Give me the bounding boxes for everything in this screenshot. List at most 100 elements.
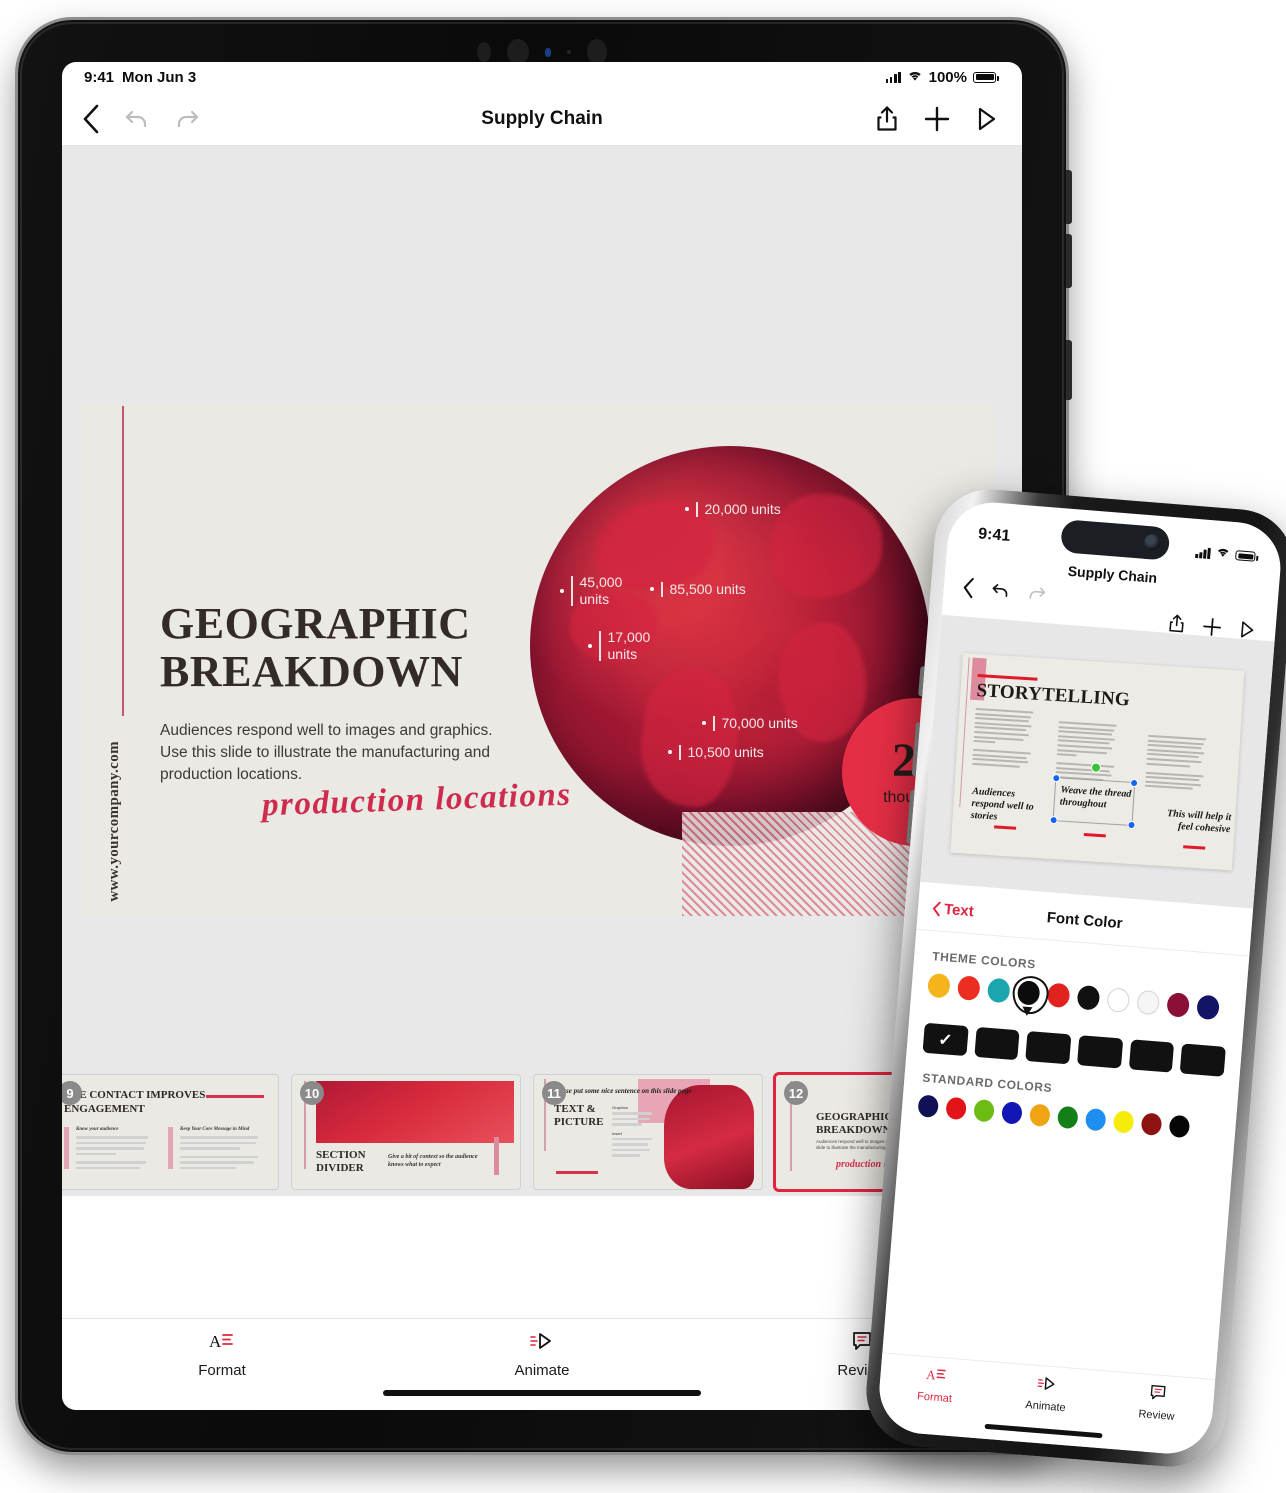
theme-color-swatch[interactable] <box>1196 994 1220 1021</box>
resize-handle-icon[interactable] <box>1129 778 1139 788</box>
label-tick-icon <box>713 715 715 731</box>
redo-icon[interactable] <box>174 107 200 131</box>
selected-text-box[interactable]: Weave the thread throughout <box>1049 762 1139 830</box>
resize-handle-icon[interactable] <box>1049 815 1058 825</box>
slide-thumbnail-strip[interactable]: 9 EYE CONTACT IMPROVES ENGAGEMENT Know y… <box>62 1068 1022 1196</box>
globe-data-label: 10,500 units <box>668 744 764 761</box>
tab-review[interactable]: Review <box>1101 1380 1215 1426</box>
undo-icon[interactable] <box>990 581 1012 606</box>
tab-format[interactable]: A Format <box>62 1331 382 1379</box>
svg-text:A: A <box>209 1332 222 1351</box>
theme-color-swatch[interactable] <box>1106 987 1131 1013</box>
thumbnail-column: Graphics Insert <box>612 1105 654 1160</box>
globe-label-text: 70,000 units <box>721 715 798 731</box>
thumbnail-subhead: Insert <box>612 1130 623 1136</box>
slide-script-text: Weave the thread throughout <box>1059 784 1132 811</box>
ipad-status-bar: 9:41 Mon Jun 3 100% <box>62 62 1022 92</box>
slide-title: GEOGRAPHIC BREAKDOWN <box>160 599 471 696</box>
tab-label: Animate <box>514 1362 570 1379</box>
iphone-slide-canvas[interactable]: STORYTELLING Audiences respond well to s… <box>920 614 1275 909</box>
theme-shade-tile[interactable] <box>1128 1039 1175 1073</box>
tab-animate[interactable]: Animate <box>382 1331 702 1379</box>
standard-color-swatch[interactable] <box>973 1098 995 1123</box>
slide-accent-line <box>959 657 970 808</box>
thumbnail-accent-bar <box>64 1127 69 1169</box>
format-text-icon: A <box>209 1331 235 1356</box>
current-slide[interactable]: www.yourcompany.com 20,000 units 45,000 … <box>82 404 994 916</box>
globe-data-label: 20,000 units <box>685 501 781 518</box>
status-time: 9:41 <box>84 68 115 86</box>
tab-label: Review <box>1138 1408 1175 1423</box>
check-icon: ✓ <box>937 1029 954 1050</box>
resize-handle-icon[interactable] <box>1127 820 1136 830</box>
ipad-volume-up-button[interactable] <box>1066 170 1072 224</box>
theme-shade-tile[interactable]: ✓ <box>922 1022 969 1057</box>
status-time: 9:41 <box>977 525 1011 545</box>
theme-shade-tile[interactable] <box>1077 1035 1123 1069</box>
slide-rule <box>1183 845 1206 850</box>
thumbnail-caption: Give a bit of context so the audience kn… <box>388 1154 478 1169</box>
standard-color-swatch[interactable] <box>1001 1101 1023 1125</box>
theme-color-swatch[interactable] <box>1016 980 1041 1006</box>
standard-color-swatch[interactable] <box>1056 1105 1079 1130</box>
thumbnail-title: EYE CONTACT IMPROVES ENGAGEMENT <box>64 1089 206 1115</box>
theme-color-swatch[interactable] <box>1076 984 1101 1011</box>
share-icon[interactable] <box>876 105 898 133</box>
format-text-icon: A <box>924 1366 948 1389</box>
theme-color-swatch[interactable] <box>1046 982 1071 1009</box>
slide-rule <box>1083 832 1106 837</box>
theme-shade-tile[interactable] <box>1025 1030 1072 1065</box>
tab-animate[interactable]: Animate <box>990 1371 1104 1417</box>
theme-color-swatch[interactable] <box>1166 992 1191 1018</box>
tab-format[interactable]: A Format <box>879 1362 993 1408</box>
undo-icon[interactable] <box>124 107 150 131</box>
back-chevron-icon[interactable] <box>82 104 100 134</box>
svg-text:A: A <box>925 1368 936 1383</box>
globe-data-label: 70,000 units <box>702 715 798 732</box>
standard-color-swatch[interactable] <box>917 1094 940 1119</box>
thumbnail-subhead: Keep Your Core Message in Mind <box>180 1127 250 1132</box>
standard-color-swatch[interactable] <box>945 1096 967 1121</box>
home-indicator[interactable] <box>984 1423 1103 1439</box>
iphone-current-slide[interactable]: STORYTELLING Audiences respond well to s… <box>950 653 1245 871</box>
review-comment-icon <box>1148 1384 1168 1406</box>
slide-number-badge: 12 <box>784 1081 808 1105</box>
play-icon[interactable] <box>976 106 998 132</box>
standard-color-swatch[interactable] <box>1140 1112 1163 1136</box>
indicator-led-icon <box>545 47 551 57</box>
theme-color-swatch[interactable] <box>956 975 981 1001</box>
ipad-power-button[interactable] <box>1066 340 1072 400</box>
theme-color-swatch[interactable] <box>927 972 951 999</box>
home-indicator[interactable] <box>383 1390 701 1396</box>
continent-shape <box>770 494 882 598</box>
resize-handle-icon[interactable] <box>1052 773 1061 783</box>
battery-percent-label: 100% <box>928 68 967 86</box>
theme-shade-tile[interactable] <box>1180 1043 1226 1077</box>
label-tick-icon <box>661 581 663 597</box>
status-left-group: 9:41 Mon Jun 3 <box>84 69 196 86</box>
standard-color-swatch[interactable] <box>1029 1103 1051 1127</box>
redo-icon[interactable] <box>1026 584 1048 609</box>
standard-color-swatch[interactable] <box>1168 1114 1191 1139</box>
slide-text-column <box>1144 734 1208 794</box>
standard-color-swatch[interactable] <box>1084 1107 1107 1132</box>
slide-thumbnail-9[interactable]: 9 EYE CONTACT IMPROVES ENGAGEMENT Know y… <box>62 1075 278 1189</box>
add-icon[interactable] <box>924 106 950 132</box>
slide-thumbnail-11[interactable]: 11 please put some nice sentence on this… <box>534 1075 762 1189</box>
continent-shape <box>633 663 747 813</box>
globe-data-label: 17,000 units <box>588 629 668 662</box>
standard-color-swatch[interactable] <box>1112 1110 1135 1134</box>
wifi-icon <box>907 69 923 86</box>
theme-color-swatch[interactable] <box>986 977 1011 1004</box>
map-pin-dot-icon <box>560 588 564 593</box>
dynamic-island <box>1060 519 1171 561</box>
ipad-volume-down-button[interactable] <box>1066 234 1072 288</box>
slide-number-badge: 10 <box>300 1081 324 1105</box>
thumbnail-rule <box>206 1095 264 1098</box>
slide-canvas[interactable]: www.yourcompany.com 20,000 units 45,000 … <box>62 146 1022 1196</box>
theme-color-swatch[interactable] <box>1136 989 1161 1016</box>
sensor-dot-icon <box>477 42 491 62</box>
theme-shade-tile[interactable] <box>974 1026 1020 1061</box>
slide-thumbnail-10[interactable]: 10 SECTION DIVIDER Give a bit of context… <box>292 1075 520 1189</box>
back-chevron-icon[interactable] <box>961 576 976 604</box>
